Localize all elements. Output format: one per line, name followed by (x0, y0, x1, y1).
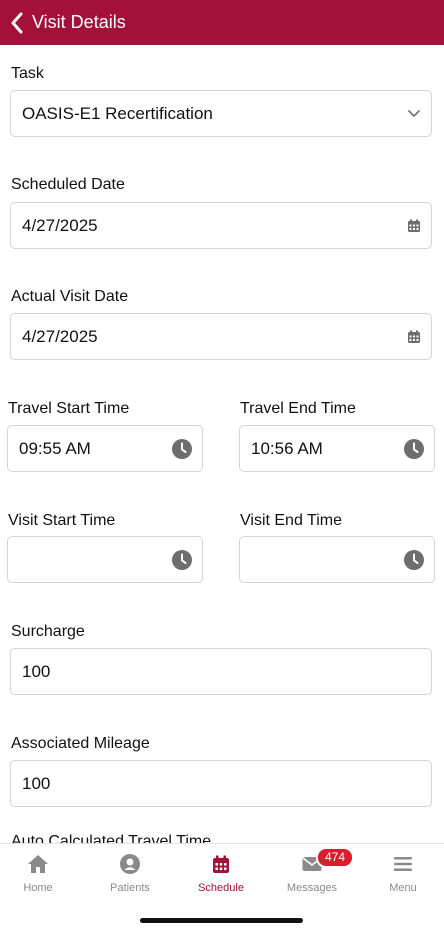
tab-home-label: Home (23, 882, 53, 894)
task-select[interactable]: OASIS-E1 Recertification (10, 90, 432, 137)
associated-mileage-input[interactable]: 100 (10, 760, 432, 807)
clock-icon[interactable] (172, 549, 192, 570)
associated-mileage-value: 100 (22, 773, 51, 793)
associated-mileage-label: Associated Mileage (11, 735, 150, 752)
calendar-icon[interactable] (407, 219, 421, 233)
tab-schedule[interactable]: Schedule (177, 852, 265, 900)
tab-home[interactable]: Home (0, 852, 82, 900)
task-label: Task (11, 65, 44, 82)
tab-messages-label: Messages (286, 882, 338, 894)
tab-schedule-label: Schedule (198, 882, 244, 894)
home-indicator-bar[interactable] (140, 918, 303, 923)
travel-start-time-field[interactable]: 09:55 AM (7, 425, 203, 472)
chevron-down-icon (407, 109, 421, 119)
tab-patients-label: Patients (110, 882, 150, 894)
back-button[interactable] (2, 0, 32, 45)
clock-icon[interactable] (404, 438, 424, 459)
chevron-left-icon (11, 12, 23, 33)
visit-start-time-field[interactable] (7, 536, 203, 583)
travel-end-time-field[interactable]: 10:56 AM (239, 425, 435, 472)
schedule-calendar-icon (212, 852, 230, 876)
surcharge-input[interactable]: 100 (10, 648, 432, 695)
actual-visit-date-value: 4/27/2025 (22, 326, 98, 346)
tab-menu-label: Menu (389, 882, 417, 894)
visit-details-form[interactable]: Task OASIS-E1 Recertification Scheduled … (0, 45, 444, 843)
messages-count-badge: 474 (316, 847, 355, 868)
scheduled-date-value: 4/27/2025 (22, 215, 98, 235)
scheduled-date-label: Scheduled Date (11, 176, 125, 193)
actual-visit-date-field[interactable]: 4/27/2025 (10, 313, 432, 360)
task-select-value: OASIS-E1 Recertification (22, 103, 213, 123)
surcharge-label: Surcharge (11, 623, 85, 640)
tab-patients[interactable]: Patients (86, 852, 174, 900)
user-circle-icon (120, 852, 140, 876)
clock-icon[interactable] (404, 549, 424, 570)
actual-visit-date-label: Actual Visit Date (11, 288, 129, 305)
visit-end-time-label: Visit End Time (240, 512, 342, 529)
clock-icon[interactable] (172, 438, 192, 459)
tab-menu[interactable]: Menu (359, 852, 444, 900)
travel-end-time-label: Travel End Time (240, 400, 356, 417)
scheduled-date-field[interactable]: 4/27/2025 (10, 202, 432, 249)
top-navigation-bar: Visit Details (0, 0, 444, 45)
tab-messages[interactable]: Messages 474 (268, 847, 356, 900)
page-title: Visit Details (32, 12, 126, 32)
calendar-icon[interactable] (407, 330, 421, 344)
visit-end-time-field[interactable] (239, 536, 435, 583)
hamburger-menu-icon (394, 852, 412, 876)
travel-start-time-label: Travel Start Time (8, 400, 130, 417)
visit-start-time-label: Visit Start Time (8, 512, 116, 529)
home-icon (27, 852, 49, 876)
surcharge-value: 100 (22, 661, 51, 681)
auto-calculated-travel-time-label: Auto Calculated Travel Time (11, 833, 212, 843)
